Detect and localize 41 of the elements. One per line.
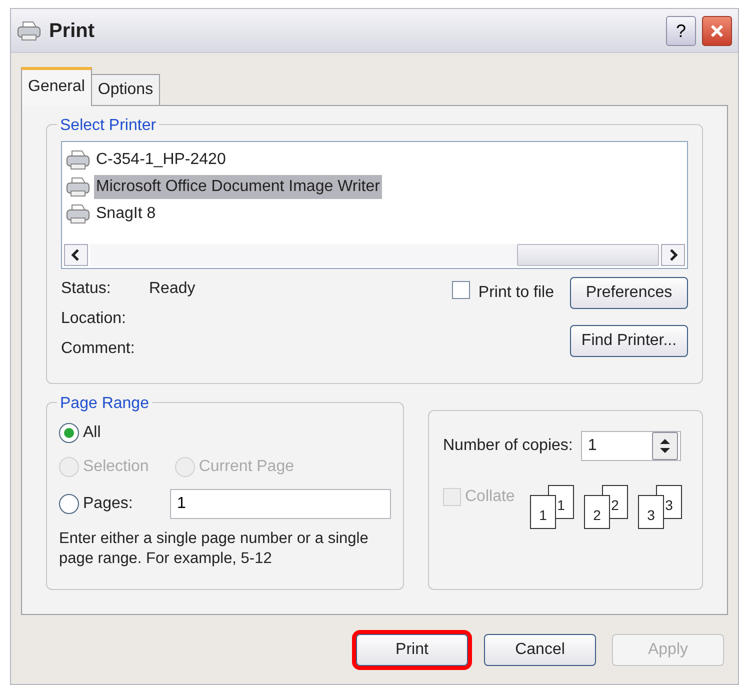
radio-label: Selection bbox=[83, 457, 149, 477]
pages-field[interactable]: 1 bbox=[170, 489, 391, 519]
printer-item[interactable]: SnagIt 8 bbox=[94, 202, 158, 226]
scroll-right-button[interactable] bbox=[661, 244, 685, 266]
page-icon: 1 bbox=[530, 495, 556, 529]
copies-field[interactable]: 1 bbox=[580, 431, 681, 461]
hint-text: Enter either a single page number or a single page range. For example, 5-12 bbox=[59, 529, 370, 570]
printer-item[interactable]: Microsoft Office Document Image Writer bbox=[94, 174, 382, 198]
status-value: Ready bbox=[149, 279, 196, 299]
checkbox-label: Print to file bbox=[478, 283, 554, 303]
scroll-left-button[interactable] bbox=[64, 244, 88, 266]
radio-button[interactable] bbox=[59, 494, 79, 514]
field-label: Number of copies: bbox=[443, 436, 573, 456]
printer-icon bbox=[17, 18, 43, 42]
dialog-button: Apply bbox=[612, 634, 724, 666]
dialog-button[interactable]: Preferences bbox=[570, 277, 688, 309]
printer-icon bbox=[66, 202, 92, 224]
scrollbar-thumb[interactable] bbox=[517, 244, 659, 266]
printer-item[interactable]: C-354-1_HP-2420 bbox=[94, 148, 228, 172]
close-icon bbox=[709, 22, 725, 38]
radio-label: Pages: bbox=[83, 494, 133, 514]
dialog-button[interactable]: Cancel bbox=[484, 634, 596, 666]
help-button[interactable]: ? bbox=[666, 16, 696, 46]
printer-icon bbox=[66, 148, 92, 170]
spin-button[interactable] bbox=[652, 432, 678, 460]
close-button[interactable] bbox=[702, 16, 732, 46]
page-icon: 2 bbox=[584, 495, 610, 529]
tab[interactable]: Options bbox=[90, 74, 160, 105]
radio-button[interactable] bbox=[59, 423, 79, 443]
radio-label: Current Page bbox=[198, 457, 294, 477]
field-label: Location: bbox=[61, 309, 126, 329]
window-title: Print bbox=[49, 18, 96, 44]
radio-label: All bbox=[83, 423, 101, 443]
checkbox-label: Collate bbox=[465, 487, 515, 507]
field-label: Comment: bbox=[61, 339, 135, 359]
printer-icon bbox=[66, 176, 92, 198]
field-label: Status: bbox=[61, 279, 112, 299]
checkbox[interactable] bbox=[452, 281, 470, 299]
tab[interactable]: General bbox=[21, 67, 92, 106]
dialog-button[interactable]: Find Printer... bbox=[570, 325, 688, 357]
page-icon: 3 bbox=[638, 495, 664, 529]
